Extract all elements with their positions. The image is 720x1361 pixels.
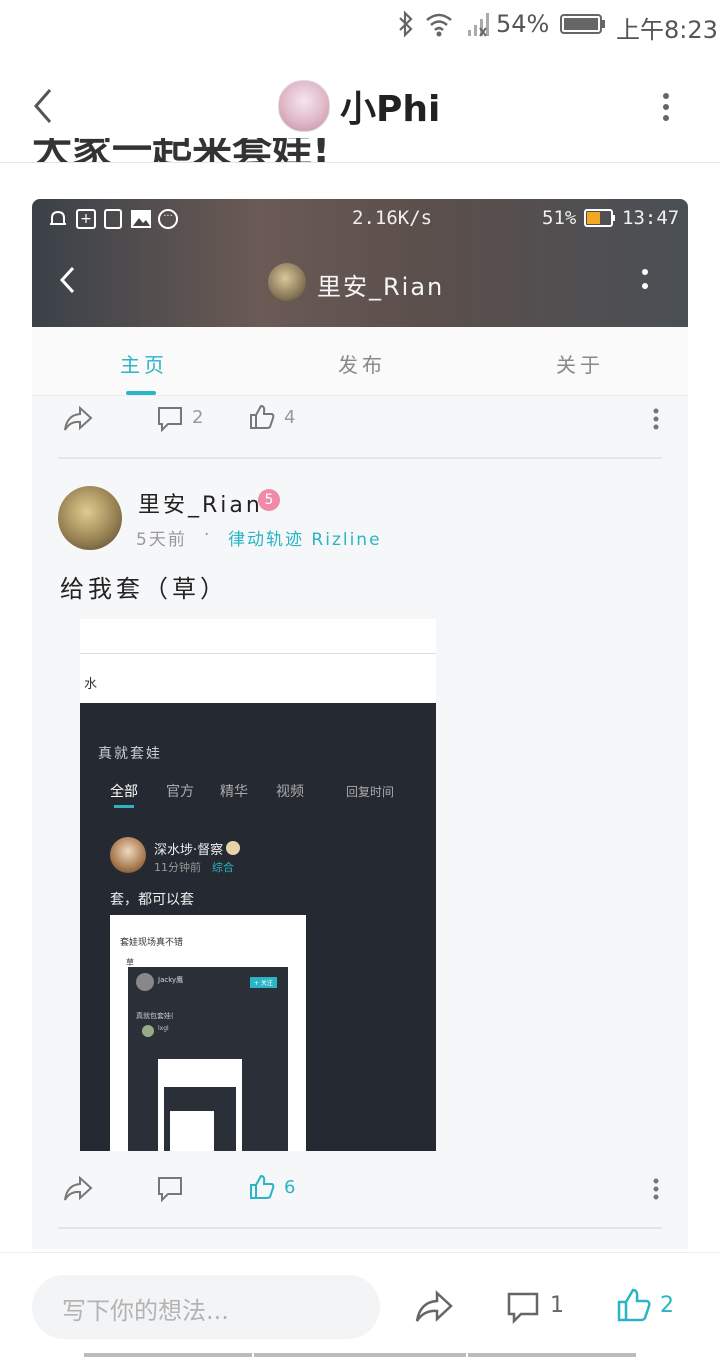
profile-tabs: 主页 发布 关于	[32, 327, 688, 396]
inner-avatar	[136, 973, 154, 991]
like-count: 4	[284, 407, 296, 428]
clock: 上午8:23	[616, 16, 718, 44]
bluetooth-icon	[395, 10, 417, 38]
add-icon: +	[76, 209, 96, 229]
inner-user-2: lxgl	[158, 1025, 169, 1032]
meta-separator: ·	[204, 525, 212, 545]
post-more-icon[interactable]	[652, 407, 660, 431]
post-time: 5天前	[136, 530, 187, 550]
bottom-action-bar: 写下你的想法... 1 2	[0, 1252, 720, 1361]
post-like-icon[interactable]	[248, 1173, 276, 1201]
nested-category: 综合	[212, 861, 234, 874]
tab-about[interactable]: 关于	[556, 349, 604, 378]
tab-posts[interactable]: 发布	[338, 349, 386, 378]
nested-avatar	[110, 837, 146, 873]
scroll-indicator	[254, 1353, 466, 1357]
nested-author: 深水埗·督察	[154, 843, 224, 858]
tab-active-indicator	[126, 391, 156, 395]
embedded-more-icon[interactable]	[640, 267, 650, 295]
scroll-indicator	[84, 1353, 252, 1357]
image-icon	[130, 209, 152, 229]
avatar[interactable]	[278, 80, 330, 132]
inner-user: Jacky鹰	[158, 976, 184, 984]
post-divider	[58, 457, 662, 459]
nested-filter-video: 视频	[276, 784, 304, 800]
post-share-icon[interactable]	[62, 1175, 94, 1203]
comment-input[interactable]: 写下你的想法...	[32, 1275, 380, 1339]
more-dots-icon: ···	[158, 209, 178, 229]
embedded-avatar	[268, 263, 306, 301]
embedded-screenshot[interactable]: + ··· 2.16K/s 51% 13:47 里安_Rian 主页 发布 关于	[32, 199, 688, 1249]
post-title-cutoff: 大家一起来套娃!	[32, 138, 331, 162]
embedded-profile-name: 里安_Rian	[317, 273, 445, 301]
post-like-count: 6	[284, 1177, 296, 1198]
nested-filter-official: 官方	[166, 784, 194, 800]
embedded-net-speed: 2.16K/s	[352, 207, 433, 229]
page-title: 小Phi	[340, 89, 441, 130]
nested-time: 11分钟前	[154, 861, 201, 874]
alarm-icon	[48, 209, 68, 229]
inner-card-title: 套娃现场真不错	[120, 938, 184, 948]
post-body-text: 给我套（草）	[60, 575, 228, 603]
comment-button-icon[interactable]	[506, 1291, 540, 1325]
comment-placeholder: 写下你的想法...	[62, 1297, 229, 1325]
comment-button-count: 1	[550, 1293, 564, 1318]
embedded-battery-icon	[584, 209, 616, 227]
inner-nested-white	[170, 1111, 214, 1151]
nested-filter-all: 全部	[110, 784, 138, 800]
nested-image[interactable]: 真就套娃 全部 官方 精华 视频 回复时间 深水埗·督察 11分钟前 综合 套，…	[80, 703, 436, 1151]
inner-card-dark: Jacky鹰 + 关注 真就包套娃( lxgl	[128, 967, 288, 1151]
inner-avatar-2	[142, 1025, 154, 1037]
signal-icon	[466, 12, 490, 38]
nested-partial-text: 水	[84, 677, 98, 692]
comment-count: 2	[192, 407, 204, 428]
nested-inner-card: 套娃现场真不错 草 Jacky鹰 + 关注 真就包套娃( lxgl	[110, 915, 306, 1151]
battery-icon	[560, 13, 606, 35]
like-button-icon[interactable]	[616, 1287, 652, 1323]
nested-badge-icon	[226, 841, 240, 855]
sim-icon	[104, 209, 122, 229]
embedded-clock: 13:47	[622, 207, 680, 229]
nested-image-top: 水	[80, 619, 436, 703]
nested-filter-featured: 精华	[220, 784, 248, 800]
nested-divider	[80, 653, 436, 654]
nested-tab-underline	[114, 805, 134, 808]
like-icon[interactable]	[248, 403, 276, 431]
level-badge: 5	[258, 489, 280, 511]
post-comment-icon[interactable]	[156, 1175, 184, 1203]
like-button-count: 2	[660, 1293, 674, 1318]
share-icon[interactable]	[62, 405, 94, 433]
scroll-indicator	[468, 1353, 636, 1357]
nested-body-text: 套，都可以套	[110, 892, 194, 908]
post-options-icon[interactable]	[652, 1177, 660, 1201]
more-options-icon[interactable]	[660, 90, 672, 124]
inner-follow: + 关注	[250, 977, 277, 988]
inner-line: 真就包套娃(	[136, 1012, 174, 1020]
back-arrow-icon[interactable]	[28, 86, 58, 126]
nested-sort: 回复时间	[346, 785, 395, 799]
tab-home[interactable]: 主页	[120, 349, 168, 378]
embedded-back-icon[interactable]	[58, 265, 78, 295]
wifi-icon	[424, 10, 454, 38]
inner-nested-card	[158, 1059, 242, 1151]
comment-icon[interactable]	[156, 405, 184, 433]
nested-section-title: 真就套娃	[98, 746, 162, 762]
post-category-link[interactable]: 律动轨迹 Rizline	[228, 525, 382, 550]
status-bar: 54% 上午8:23	[0, 0, 720, 50]
embedded-profile-header: + ··· 2.16K/s 51% 13:47 里安_Rian	[32, 199, 688, 327]
author-name[interactable]: 里安_Rian	[138, 487, 263, 519]
post-bottom-divider	[58, 1227, 662, 1229]
author-avatar[interactable]	[58, 486, 122, 550]
inner-nested-dark	[164, 1087, 236, 1151]
share-button-icon[interactable]	[414, 1289, 454, 1325]
embedded-battery-text: 51%	[542, 207, 577, 229]
battery-percent: 54%	[496, 10, 550, 38]
